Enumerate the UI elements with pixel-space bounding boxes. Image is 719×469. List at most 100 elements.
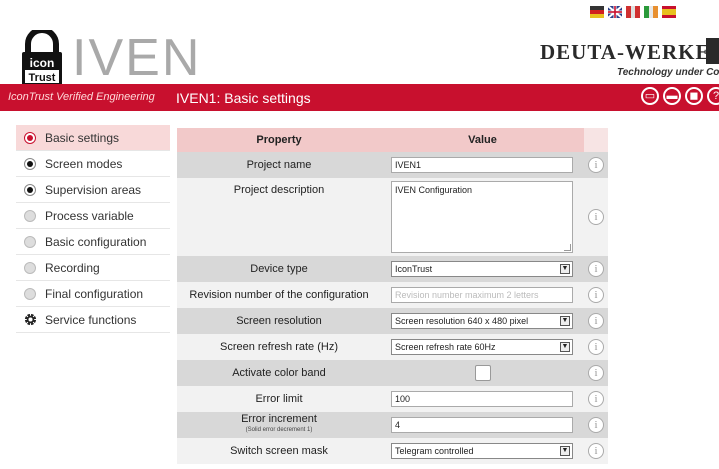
italian-flag-icon[interactable]: [626, 6, 640, 18]
select-value: IconTrust: [395, 264, 433, 274]
value-column-header: Value: [381, 128, 584, 152]
value-cell: Screen resolution 640 x 480 pixel ▼: [381, 308, 584, 334]
info-icon[interactable]: i: [588, 443, 604, 459]
table-row: Error increment (Solid error decrement 1…: [177, 412, 608, 438]
deuta-brand-mark: [706, 38, 719, 64]
value-cell: IconTrust ▼: [381, 256, 584, 282]
value-cell: [381, 412, 584, 438]
error-increment-input[interactable]: [391, 417, 573, 433]
uk-flag-icon[interactable]: [608, 6, 622, 18]
sidebar-nav: Basic settings Screen modes Supervision …: [16, 125, 170, 333]
value-cell: [381, 152, 584, 178]
sidebar-item-basic-settings[interactable]: Basic settings: [16, 125, 170, 151]
sidebar-item-label: Basic settings: [45, 130, 120, 145]
info-cell: i: [584, 282, 608, 308]
new-file-icon[interactable]: ▭: [641, 87, 659, 105]
spanish-flag-icon[interactable]: [662, 6, 676, 18]
sidebar-item-supervision-areas[interactable]: Supervision areas: [16, 177, 170, 203]
radio-done-icon: [24, 183, 36, 196]
help-icon[interactable]: ?: [707, 87, 719, 105]
project-name-input[interactable]: [391, 157, 573, 173]
property-note: (Solid error decrement 1): [245, 427, 313, 433]
sidebar-item-recording[interactable]: Recording: [16, 255, 170, 281]
info-icon[interactable]: i: [588, 261, 604, 277]
sidebar-item-label: Basic configuration: [45, 234, 147, 249]
property-column-header: Property: [177, 128, 381, 152]
property-label: Project name: [177, 152, 381, 178]
info-icon[interactable]: i: [588, 417, 604, 433]
property-cell: Error increment (Solid error decrement 1…: [177, 412, 381, 438]
info-icon[interactable]: i: [588, 313, 604, 329]
sidebar-item-basic-configuration[interactable]: Basic configuration: [16, 229, 170, 255]
save-icon[interactable]: ◼: [685, 87, 703, 105]
value-cell: IVEN Configuration: [381, 178, 584, 256]
value-cell: Revision number maximum 2 letters: [381, 282, 584, 308]
sidebar-item-process-variable[interactable]: Process variable: [16, 203, 170, 229]
refresh-rate-select[interactable]: Screen refresh rate 60Hz ▼: [391, 339, 573, 355]
table-row: Project description IVEN Configuration i: [177, 178, 608, 256]
info-cell: i: [584, 178, 608, 256]
info-icon[interactable]: i: [588, 209, 604, 225]
radio-pending-icon: [24, 235, 36, 248]
info-cell: i: [584, 438, 608, 464]
table-row: Error limit i: [177, 386, 608, 412]
language-selector: [590, 6, 676, 18]
color-band-checkbox[interactable]: [474, 365, 491, 381]
iven-logo-text: IVEN: [72, 29, 202, 87]
property-label: Device type: [177, 256, 381, 282]
revision-number-input[interactable]: Revision number maximum 2 letters: [391, 287, 573, 303]
irish-flag-icon[interactable]: [644, 6, 658, 18]
dropdown-arrow-icon: ▼: [560, 316, 570, 326]
company-tagline: Technology under Control: [617, 67, 719, 78]
logo-icon-text: icon: [30, 56, 55, 70]
table-header-row: Property Value: [177, 128, 608, 152]
device-type-select[interactable]: IconTrust ▼: [391, 261, 573, 277]
radio-pending-icon: [24, 209, 36, 222]
sidebar-item-screen-modes[interactable]: Screen modes: [16, 151, 170, 177]
table-row: Switch screen mask Telegram controlled ▼ …: [177, 438, 608, 464]
info-icon[interactable]: i: [588, 157, 604, 173]
gear-icon: [24, 313, 37, 326]
info-cell: i: [584, 256, 608, 282]
project-description-textarea[interactable]: IVEN Configuration: [391, 181, 573, 253]
sidebar-item-service-functions[interactable]: Service functions: [16, 307, 170, 333]
sidebar-item-final-configuration[interactable]: Final configuration: [16, 281, 170, 307]
page-title: IVEN1: Basic settings: [176, 90, 311, 106]
dropdown-arrow-icon: ▼: [560, 342, 570, 352]
info-icon[interactable]: i: [588, 391, 604, 407]
sidebar-item-label: Recording: [45, 260, 100, 275]
table-row: Revision number of the configuration Rev…: [177, 282, 608, 308]
radio-active-icon: [24, 131, 36, 144]
info-cell: i: [584, 308, 608, 334]
table-row: Screen refresh rate (Hz) Screen refresh …: [177, 334, 608, 360]
logo-trust-text: Trust: [29, 72, 56, 84]
info-cell: i: [584, 360, 608, 386]
german-flag-icon[interactable]: [590, 6, 604, 18]
radio-pending-icon: [24, 287, 36, 300]
switch-screen-mask-select[interactable]: Telegram controlled ▼: [391, 443, 573, 459]
info-icon[interactable]: i: [588, 339, 604, 355]
select-value: Screen resolution 640 x 480 pixel: [395, 316, 529, 326]
radio-done-icon: [24, 157, 36, 170]
icontrust-lock-logo: icon Trust: [22, 30, 62, 86]
property-label: Project description: [177, 178, 381, 256]
table-row: Device type IconTrust ▼ i: [177, 256, 608, 282]
error-limit-input[interactable]: [391, 391, 573, 407]
property-label: Activate color band: [177, 360, 381, 386]
settings-table: Property Value Project name i Project de…: [177, 128, 608, 464]
info-icon[interactable]: i: [588, 365, 604, 381]
info-icon[interactable]: i: [588, 287, 604, 303]
table-row: Project name i: [177, 152, 608, 178]
value-cell: Screen refresh rate 60Hz ▼: [381, 334, 584, 360]
info-cell: i: [584, 152, 608, 178]
screen-resolution-select[interactable]: Screen resolution 640 x 480 pixel ▼: [391, 313, 573, 329]
property-label: Revision number of the configuration: [177, 282, 381, 308]
open-folder-icon[interactable]: ▬: [663, 87, 681, 105]
value-cell: [381, 360, 584, 386]
property-label: Error limit: [177, 386, 381, 412]
sidebar-item-label: Screen modes: [45, 156, 123, 171]
dropdown-arrow-icon: ▼: [560, 446, 570, 456]
select-value: Screen refresh rate 60Hz: [395, 342, 496, 352]
deuta-werke-logo: DEUTA-WERKE: [540, 40, 711, 64]
sidebar-item-label: Supervision areas: [45, 182, 142, 197]
